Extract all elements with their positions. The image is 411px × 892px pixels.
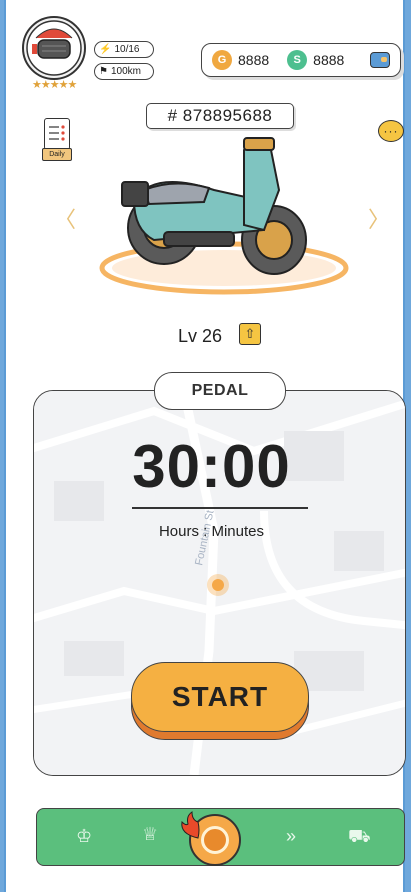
chevron-left-icon[interactable]: 〈 <box>54 202 76 234</box>
avatar[interactable] <box>22 16 86 80</box>
vehicle-level: Lv 26 <box>178 326 223 346</box>
rating-stars: ★★★★★ <box>32 79 77 91</box>
daily-label: Daily <box>42 148 72 161</box>
gold-coin-icon: G <box>212 50 232 70</box>
silver-coin-icon: S <box>287 50 308 70</box>
timer-display: 30:00 <box>132 433 291 500</box>
gold-balance: 8888 <box>238 52 270 68</box>
distance-value: 100km <box>110 66 141 77</box>
distance-pill: ⚑ 100km <box>94 63 154 80</box>
cart-icon[interactable]: ⛟ <box>348 826 371 850</box>
checklist-icon <box>44 118 70 150</box>
chevron-right-icon[interactable]: 〉 <box>368 202 390 234</box>
scooter-image <box>99 137 349 295</box>
energy-value: 10/16 <box>114 44 140 55</box>
upgrade-arrow-icon[interactable]: ⇧ <box>239 323 261 345</box>
mode-label: PEDAL <box>154 372 286 410</box>
lightning-icon: ⚡ <box>99 44 112 55</box>
more-icon[interactable]: ··· <box>378 120 404 142</box>
energy-pill: ⚡ 10/16 <box>94 41 154 58</box>
trophy-icon[interactable]: ♕ <box>142 824 158 845</box>
start-button[interactable]: START <box>131 662 309 732</box>
location-marker <box>207 574 229 596</box>
app-frame: ★★★★★ ⚡ 10/16 ⚑ 100km G 8888 S 8888 # 87… <box>4 0 406 892</box>
silver-balance: 8888 <box>313 52 345 68</box>
daily-button[interactable]: Daily <box>42 118 72 162</box>
vehicle-id: # 878895688 <box>146 103 294 129</box>
timer-divider <box>132 507 308 509</box>
flag-icon: ⚑ <box>99 66 108 77</box>
currency-bar: G 8888 S 8888 <box>201 43 401 77</box>
timer-units: Hours : Minutes <box>158 523 265 540</box>
helmet-icon <box>26 20 82 76</box>
crown-icon[interactable]: ♔ <box>76 826 92 847</box>
wallet-icon[interactable] <box>370 52 390 68</box>
arrow-icon[interactable]: » <box>286 826 296 847</box>
flame-icon <box>181 811 200 839</box>
